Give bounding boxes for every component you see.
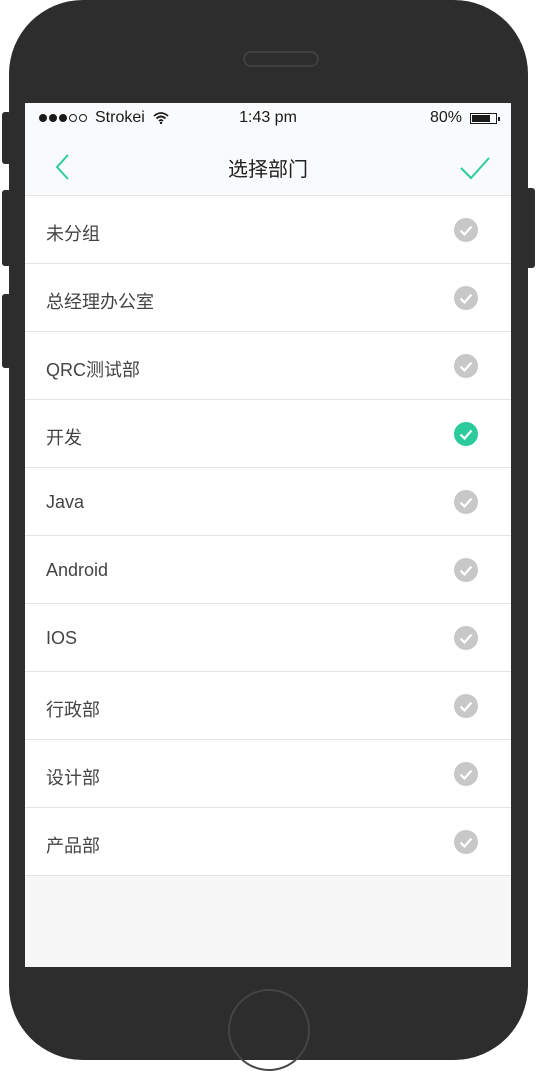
check-circle-icon[interactable] (454, 626, 478, 650)
home-button[interactable] (228, 989, 310, 1071)
page-title: 选择部门 (228, 159, 308, 181)
list-item[interactable]: QRC测试部 (25, 332, 511, 400)
battery-percent: 80% (429, 109, 462, 126)
department-label: 行政部 (46, 700, 100, 720)
check-icon[interactable] (459, 155, 491, 181)
list-item[interactable]: 开发 (25, 400, 511, 468)
check-circle-icon[interactable] (454, 694, 478, 718)
battery-icon (470, 112, 500, 124)
check-circle-icon[interactable] (454, 762, 478, 786)
check-circle-icon[interactable] (454, 286, 478, 310)
check-circle-icon[interactable] (454, 422, 478, 446)
check-circle-icon[interactable] (454, 490, 478, 514)
department-label: 开发 (46, 428, 82, 448)
department-label: 未分组 (46, 224, 100, 244)
department-label: 总经理办公室 (46, 292, 154, 312)
department-label: IOS (46, 628, 78, 648)
status-right: 80% (429, 109, 500, 127)
list-item[interactable]: Java (25, 468, 511, 536)
list-item[interactable]: 未分组 (25, 196, 511, 264)
department-label: Android (46, 560, 109, 580)
list-item[interactable]: 总经理办公室 (25, 264, 511, 332)
list-item[interactable]: IOS (25, 604, 511, 672)
department-list: 未分组总经理办公室 QRC测试部 开发 Java Android IOS 行政部设计部产品部 (25, 196, 511, 876)
check-circle-icon[interactable] (454, 830, 478, 854)
check-circle-icon[interactable] (454, 558, 478, 582)
department-label: 产品部 (46, 836, 100, 856)
speaker-grille (243, 51, 319, 67)
check-circle-icon[interactable] (454, 218, 478, 242)
navigation-bar: 选择部门 (25, 133, 511, 196)
department-label: QRC测试部 (46, 360, 140, 380)
department-label: 设计部 (46, 768, 100, 788)
department-label: Java (46, 492, 85, 512)
check-circle-icon[interactable] (454, 354, 478, 378)
list-item[interactable]: 设计部 (25, 740, 511, 808)
list-item[interactable]: Android (25, 536, 511, 604)
list-item[interactable]: 行政部 (25, 672, 511, 740)
status-bar: Strokei 1:43 pm 80% (25, 103, 511, 133)
screen: Strokei 1:43 pm 80% 选择部门 未分组总经理办公室 QRC测试部… (25, 103, 511, 967)
list-item[interactable]: 产品部 (25, 808, 511, 876)
